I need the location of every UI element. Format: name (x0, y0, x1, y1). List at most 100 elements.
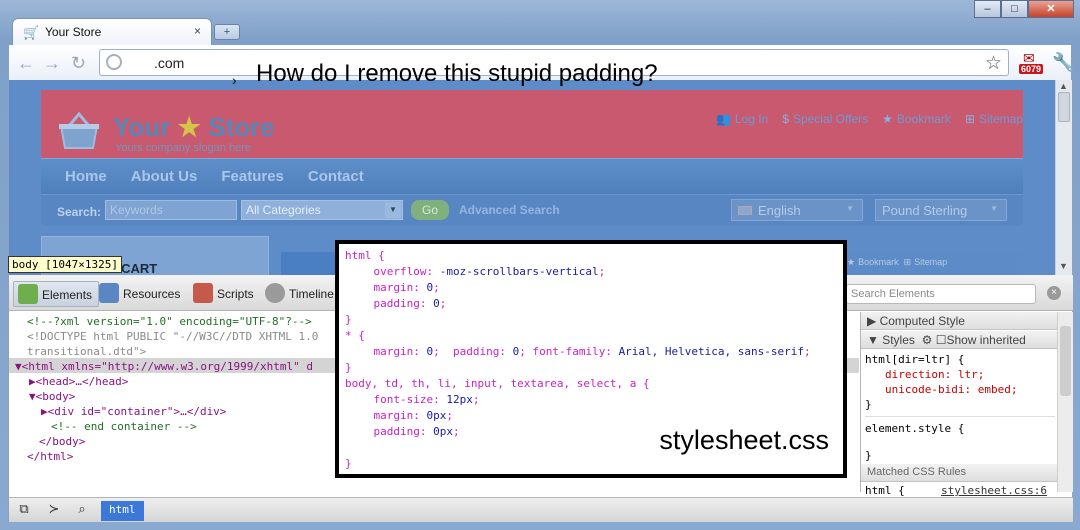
sitemap-link[interactable]: ⊞ Sitemap (965, 112, 1023, 126)
element-style-rule[interactable]: element.style { (865, 416, 1055, 436)
close-brace: } (865, 398, 872, 411)
css-line: } (345, 313, 352, 326)
advanced-search-link[interactable]: Advanced Search (459, 203, 560, 217)
mini-bookmark-link[interactable]: Bookmark (858, 257, 899, 267)
clear-search-icon[interactable]: × (1047, 286, 1061, 300)
menu-features[interactable]: Features (209, 159, 296, 194)
dom-line[interactable]: ▶<div id="container">…</div> (41, 404, 226, 419)
matched-css-rules-header: Matched CSS Rules (861, 464, 1057, 482)
forward-arrow-icon[interactable]: → (43, 53, 61, 74)
scroll-down-icon[interactable]: ▼ (1059, 261, 1068, 271)
dom-line[interactable]: ▼<html xmlns="http://www.w3.org/1999/xht… (15, 359, 313, 374)
css-line: margin: 0px; (347, 409, 453, 422)
dom-line[interactable]: ▼<body> (29, 389, 75, 404)
menu-about-us[interactable]: About Us (119, 159, 210, 194)
chevron-down-icon: ▼ (385, 202, 401, 218)
globe-icon (106, 54, 122, 70)
tab-scripts[interactable]: Scripts (189, 281, 260, 307)
store-logo-text[interactable]: Your ★ Store (113, 112, 275, 143)
users-icon: 👥 (715, 112, 731, 126)
timeline-icon (265, 283, 285, 303)
elements-icon (18, 284, 38, 304)
tab-elements[interactable]: Elements (13, 281, 100, 307)
store-menu: Home About Us Features Contact (41, 158, 1023, 194)
mini-links: ★ Bookmark ⊞ Sitemap (837, 252, 1023, 275)
scroll-up-icon[interactable]: ▲ (1059, 81, 1068, 91)
dom-line[interactable]: </body> (39, 434, 85, 449)
css-line: padding: 0; (347, 297, 447, 310)
language-value: English (758, 203, 801, 218)
tab-close-icon[interactable]: × (194, 24, 201, 38)
star-icon: ★ (177, 112, 201, 142)
minimize-button[interactable]: – (974, 0, 1001, 18)
breadcrumb-html[interactable]: html (101, 501, 144, 521)
scroll-thumb[interactable] (1058, 92, 1070, 122)
css-line: margin: 0; padding: 0; font-family: Aria… (347, 345, 811, 358)
tab-elements-label: Elements (42, 288, 93, 302)
money-icon: $ (782, 112, 789, 126)
store-slogan: Yours company slogan here (115, 142, 251, 154)
annotation-question: How do I remove this stupid padding? (256, 60, 658, 87)
styles-header[interactable]: ▼ Styles ⚙ ☐Show inherited (861, 331, 1057, 349)
new-tab-button[interactable]: + (214, 24, 240, 40)
close-window-button[interactable]: ✕ (1028, 0, 1074, 18)
dom-line[interactable]: transitional.dtd"> (27, 344, 146, 359)
show-inherited-checkbox[interactable]: ☐ (936, 333, 947, 347)
styles-scroll-thumb[interactable] (1060, 326, 1071, 396)
currency-select[interactable]: Pound Sterling ▼ (875, 199, 1007, 221)
dom-line[interactable]: <!-- end container --> (51, 419, 197, 434)
devtools-bottom-bar: ⧉ ≻ ⌕ html (9, 497, 1073, 522)
mini-sitemap-link[interactable]: Sitemap (914, 257, 947, 267)
wrench-menu-icon[interactable]: 🔧 (1052, 52, 1074, 73)
search-elements-input[interactable]: Search Elements (846, 284, 1036, 304)
search-label: Search: (57, 205, 102, 219)
url-text[interactable]: .com (154, 55, 184, 71)
dom-line[interactable]: </html> (27, 449, 73, 464)
matched-rule-source-link[interactable]: stylesheet.css:6 (941, 483, 1047, 498)
cart-favicon-icon: 🛒 (23, 25, 40, 40)
bookmark-link[interactable]: ★ Bookmark (882, 112, 951, 126)
dock-icon[interactable]: ⧉ (13, 501, 35, 519)
inspect-search-icon[interactable]: ⌕ (71, 501, 93, 519)
go-button[interactable]: Go (411, 200, 449, 220)
tab-resources[interactable]: Resources (95, 281, 186, 307)
language-select[interactable]: English ▼ (731, 199, 863, 221)
maximize-button[interactable]: □ (1001, 0, 1028, 18)
css-line: padding: 0px; (347, 425, 460, 438)
tab-title: Your Store (45, 25, 102, 39)
page-scrollbar[interactable]: ▲ ▼ (1055, 80, 1072, 275)
logo-your: Your (113, 112, 171, 142)
category-select[interactable]: All Categories ▼ (241, 200, 403, 220)
bookmark-star-icon[interactable]: ☆ (985, 52, 1002, 75)
dom-line[interactable]: ▶<head>…</head> (29, 374, 128, 389)
special-offers-link[interactable]: $ Special Offers (782, 112, 868, 126)
keywords-input[interactable]: Keywords (105, 200, 237, 220)
back-arrow-icon[interactable]: ← (17, 53, 35, 74)
close-brace: } (865, 449, 872, 462)
css-property: unicode-bidi: embed; (885, 383, 1018, 396)
content-header-block (281, 252, 341, 275)
resources-icon (99, 283, 119, 303)
category-value: All Categories (246, 203, 321, 217)
mail-extension-button[interactable]: ✉ 6079 (1019, 50, 1047, 78)
menu-contact[interactable]: Contact (296, 159, 376, 194)
css-line: font-size: 12px; (347, 393, 480, 406)
console-icon[interactable]: ≻ (43, 501, 65, 519)
store-search-bar: Search: Keywords All Categories ▼ Go Adv… (41, 194, 1023, 226)
menu-home[interactable]: Home (41, 159, 119, 194)
browser-tab[interactable]: 🛒 Your Store × (12, 18, 212, 46)
tab-timeline[interactable]: Timeline (261, 281, 340, 307)
stylesheet-overlay: html { overflow: -moz-scrollbars-vertica… (335, 240, 847, 478)
css-line: html { (345, 249, 385, 262)
chevron-down-icon: ▼ (846, 204, 854, 213)
dom-line[interactable]: <!DOCTYPE html PUBLIC "-//W3C//DTD XHTML… (27, 329, 318, 344)
dom-line[interactable]: <!--?xml version="1.0" encoding="UTF-8"?… (27, 314, 312, 329)
store-top-links: 👥 Log In $ Special Offers ★ Bookmark ⊞ Sitem… (716, 112, 1023, 126)
gear-icon[interactable]: ⚙ (922, 333, 933, 347)
computed-style-header[interactable]: ▶ Computed Style (861, 312, 1057, 330)
reload-icon[interactable]: ↻ (71, 53, 86, 74)
login-link[interactable]: 👥 Log In (716, 112, 768, 126)
stylesheet-filename: stylesheet.css (659, 425, 829, 455)
styles-scrollbar[interactable] (1057, 312, 1073, 492)
browser-window: 🛒 Your Store × + – □ ✕ ← → ↻ .com ☆ ✉ 60… (0, 0, 1080, 530)
